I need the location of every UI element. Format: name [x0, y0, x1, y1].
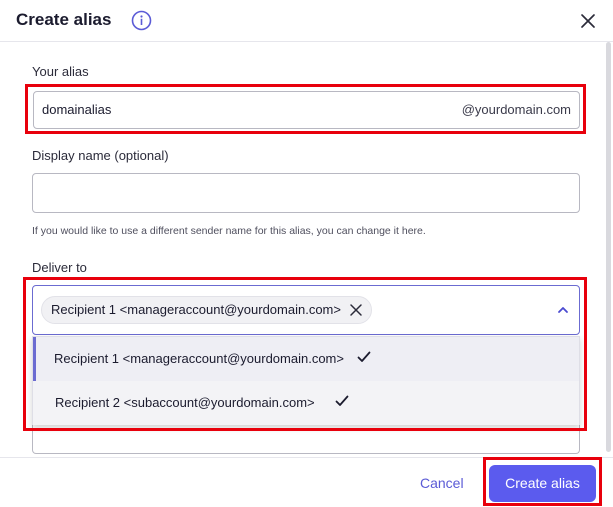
dialog-footer: Cancel Create alias — [0, 457, 613, 507]
recipient-dropdown: Recipient 1 <manageraccount@yourdomain.c… — [32, 336, 580, 425]
dialog-header: Create alias — [0, 0, 613, 42]
chevron-up-icon[interactable] — [557, 305, 569, 315]
alias-input[interactable]: domainalias @yourdomain.com — [33, 91, 580, 129]
recipient-chip-label: Recipient 1 <manageraccount@yourdomain.c… — [51, 302, 341, 317]
check-icon — [335, 395, 349, 406]
close-icon[interactable] — [578, 11, 598, 31]
info-icon[interactable] — [131, 10, 152, 31]
alias-domain-suffix: @yourdomain.com — [461, 102, 571, 117]
create-alias-button[interactable]: Create alias — [489, 465, 596, 502]
remove-chip-icon[interactable] — [349, 303, 363, 317]
deliver-to-select[interactable]: Recipient 1 <manageraccount@yourdomain.c… — [32, 285, 580, 335]
create-alias-dialog: Create alias Your alias domainalias @you… — [0, 0, 613, 507]
obscured-field — [32, 424, 580, 454]
dialog-title: Create alias — [16, 10, 112, 29]
scrollbar[interactable] — [606, 42, 611, 452]
option-label: Recipient 2 <subaccount@yourdomain.com> — [55, 395, 315, 410]
alias-label: Your alias — [32, 64, 89, 79]
check-icon — [357, 351, 371, 362]
dropdown-option[interactable]: Recipient 1 <manageraccount@yourdomain.c… — [33, 337, 579, 381]
display-name-input[interactable] — [32, 173, 580, 213]
deliver-to-label: Deliver to — [32, 260, 87, 275]
cancel-button[interactable]: Cancel — [420, 475, 464, 491]
option-label: Recipient 1 <manageraccount@yourdomain.c… — [54, 351, 344, 366]
display-name-hint: If you would like to use a different sen… — [32, 225, 426, 237]
display-name-label: Display name (optional) — [32, 148, 169, 163]
recipient-chip: Recipient 1 <manageraccount@yourdomain.c… — [41, 296, 372, 324]
alias-input-value[interactable]: domainalias — [42, 102, 111, 117]
dropdown-option[interactable]: Recipient 2 <subaccount@yourdomain.com> — [33, 381, 579, 425]
